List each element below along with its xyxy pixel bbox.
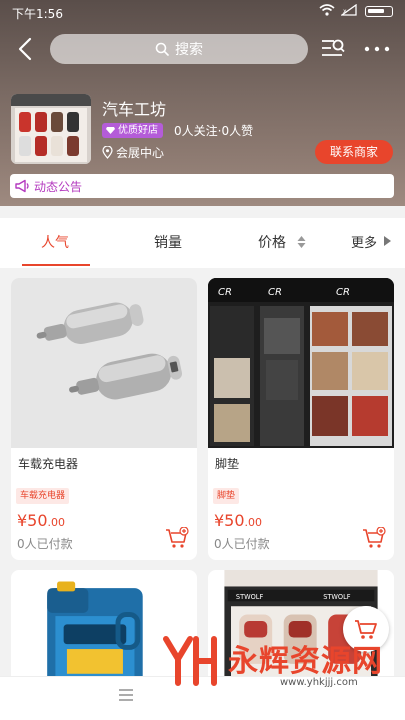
svg-text:x: x (343, 8, 347, 15)
price-cents: .00 (244, 516, 263, 529)
search-icon (155, 42, 169, 56)
add-to-cart-icon[interactable] (165, 527, 189, 549)
svg-text:CR: CR (268, 287, 282, 298)
menu-icon[interactable] (119, 689, 133, 701)
notice-label: 动态公告 (34, 179, 83, 194)
back-arrow-icon[interactable] (14, 36, 38, 62)
product-price: ¥50.00 (17, 511, 65, 530)
svg-text:CR: CR (218, 287, 232, 298)
shop-thumbnail[interactable] (11, 94, 91, 164)
watermark-emblem-icon (163, 636, 217, 686)
svg-text:CR: CR (336, 287, 350, 298)
shop-location: 会展中心 (102, 144, 164, 161)
watermark-url: www.yhkjjj.com (280, 677, 358, 688)
watermark-text: 永辉资源网 (228, 644, 383, 679)
shop-name: 汽车工坊 (102, 100, 167, 119)
paid-count: 0人已付款 (17, 537, 73, 551)
location-label: 会展中心 (116, 146, 165, 160)
product-tag: 车载充电器 (16, 488, 70, 504)
battery-icon (365, 6, 393, 17)
follower-count: 0人关注·0人赞 (174, 124, 254, 138)
price-main: ¥50 (17, 511, 48, 530)
category-search-icon[interactable] (320, 36, 346, 62)
search-placeholder: 搜索 (175, 42, 203, 58)
search-bar[interactable]: 搜索 (50, 34, 308, 64)
sort-tabs: 人气 销量 价格 更多 (0, 218, 405, 268)
megaphone-icon (15, 179, 29, 193)
paid-count: 0人已付款 (214, 537, 270, 551)
signal-icon: x (341, 4, 357, 16)
product-image-car-charger (11, 278, 197, 448)
diamond-icon (106, 127, 115, 134)
add-to-cart-icon[interactable] (362, 527, 386, 549)
product-card[interactable]: CR CR CR 脚垫 脚垫 ¥50.00 0人已付款 (208, 278, 394, 560)
sort-arrows-icon (297, 236, 306, 248)
status-time: 下午1:56 (12, 7, 63, 21)
product-price: ¥50.00 (214, 511, 262, 530)
product-title: 脚垫 (215, 457, 240, 471)
tab-price[interactable]: 价格 (258, 232, 286, 252)
shop-header: 下午1:56 x 搜索 汽车工坊 优质好店 0人关注·0人赞 会展中心 联系商家… (0, 0, 405, 206)
status-bar: 下午1:56 x (0, 0, 405, 24)
badge-label: 优质好店 (118, 125, 158, 136)
quality-shop-badge: 优质好店 (102, 123, 163, 138)
triangle-right-icon (384, 236, 391, 246)
product-image-floor-mats: CR CR CR (208, 278, 394, 448)
product-title: 车载充电器 (18, 457, 79, 471)
location-pin-icon (102, 146, 113, 159)
price-main: ¥50 (214, 511, 245, 530)
tab-more[interactable]: 更多 (351, 232, 377, 251)
tab-popularity[interactable]: 人气 (41, 232, 69, 252)
svg-text:STWOLF: STWOLF (323, 593, 351, 601)
watermark-logo: 永辉资源网 www.yhkjjj.com (160, 633, 400, 693)
wifi-icon (319, 4, 335, 16)
product-card[interactable]: 车载充电器 车载充电器 ¥50.00 0人已付款 (11, 278, 197, 560)
more-dots-icon[interactable] (362, 36, 392, 62)
active-tab-underline (22, 264, 90, 266)
notice-bar[interactable]: 动态公告 (10, 174, 394, 198)
product-tag: 脚垫 (213, 488, 240, 504)
tab-sales[interactable]: 销量 (154, 232, 182, 252)
contact-merchant-button[interactable]: 联系商家 (315, 140, 393, 164)
price-cents: .00 (47, 516, 66, 529)
svg-text:STWOLF: STWOLF (236, 593, 264, 601)
